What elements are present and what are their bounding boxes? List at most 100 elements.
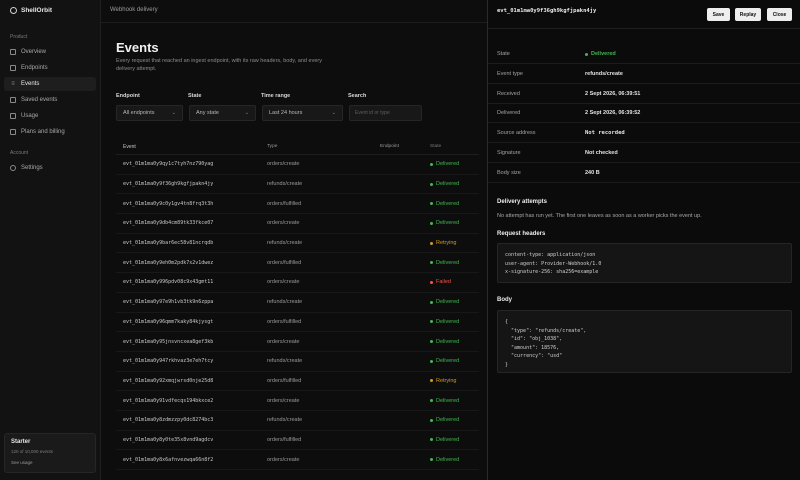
status-text: Delivered bbox=[436, 358, 460, 365]
sidebar-item-label: Endpoints bbox=[21, 65, 48, 71]
status-dot-icon bbox=[430, 280, 433, 284]
event-type: orders/fulfilled bbox=[267, 259, 302, 266]
status-badge: Delivered bbox=[430, 201, 479, 207]
sidebar-item-saved-events[interactable]: Saved events bbox=[4, 93, 96, 107]
delivery-attempts-text: No attempt has run yet. The first one le… bbox=[497, 213, 702, 219]
state-select[interactable]: Any state ⌄ bbox=[189, 105, 256, 121]
status-badge: Delivered bbox=[430, 339, 479, 345]
breadcrumb: Webhook delivery bbox=[110, 7, 158, 13]
brand[interactable]: ShellOrbit bbox=[10, 7, 52, 14]
field-value: Not checked bbox=[585, 150, 618, 156]
status-dot-icon bbox=[430, 340, 433, 344]
table-row[interactable]: evt_01m1ma0y8zdmzzpy0dc8274bc3 refunds/cr… bbox=[116, 411, 479, 431]
table-row[interactable]: evt_01m1ma0y8y0te35x8vnd9agdcv orders/ful… bbox=[116, 431, 479, 451]
col-event-header: Event bbox=[123, 143, 136, 150]
status-badge: Delivered bbox=[430, 220, 479, 226]
field-key: State bbox=[497, 51, 510, 57]
status-text: Delivered bbox=[436, 318, 460, 325]
status-text: Retrying bbox=[436, 377, 457, 384]
field-value: 240 B bbox=[585, 170, 600, 176]
event-id: evt_01m1ma0y8y0te35x8vnd9agdcv bbox=[123, 436, 214, 443]
col-state-header: State bbox=[430, 144, 442, 149]
table-row[interactable]: evt_01m1ma0y9qy1c7tyh7nz790yag orders/cre… bbox=[116, 155, 479, 175]
table-row[interactable]: evt_01m1ma0y92xmqjwrsd0nje25d8 orders/ful… bbox=[116, 372, 479, 392]
sidebar: ShellOrbit Product Overview Endpoints ≡ … bbox=[0, 0, 101, 480]
status-badge: Delivered bbox=[430, 260, 479, 266]
sidebar-item-endpoints[interactable]: Endpoints bbox=[4, 61, 96, 75]
table-body: evt_01m1ma0y9qy1c7tyh7nz790yag orders/cre… bbox=[116, 155, 479, 470]
table-row[interactable]: evt_01m1ma0y96qmm7kaky84kjysgt orders/ful… bbox=[116, 313, 479, 333]
section-account-label: Account bbox=[10, 150, 29, 156]
event-type: orders/create bbox=[267, 397, 300, 404]
event-type: orders/fulfilled bbox=[267, 377, 302, 384]
search-input[interactable]: Event id or type bbox=[349, 105, 422, 121]
event-type: refunds/create bbox=[267, 417, 303, 424]
status-text: Delivered bbox=[436, 200, 460, 207]
range-select-value: Last 24 hours bbox=[269, 110, 303, 116]
status-badge: Retrying bbox=[430, 378, 479, 384]
table-row[interactable]: evt_01m1ma0y91vdfecqs194bkxce2 orders/cre… bbox=[116, 391, 479, 411]
events-icon: ≡ bbox=[11, 81, 15, 87]
endpoint-select[interactable]: All endpoints ⌄ bbox=[116, 105, 183, 121]
event-type: refunds/create bbox=[267, 299, 303, 306]
event-id: evt_01m1ma0y96qmm7kaky84kjysgt bbox=[123, 318, 214, 325]
sidebar-item-events[interactable]: ≡ Events bbox=[4, 77, 96, 91]
request-headers-code: content-type: application/json user-agen… bbox=[497, 243, 792, 283]
orbit-logo-icon bbox=[10, 7, 17, 14]
field-value: refunds/create bbox=[585, 71, 623, 77]
field-value: 2 Sept 2026, 06:39:51 bbox=[585, 91, 640, 97]
request-headers-title: Request headers bbox=[497, 231, 546, 237]
detail-field: Body size 240 B bbox=[488, 164, 800, 183]
table-row[interactable]: evt_01m1ma0y9eh0m2pdk7x2v1dwez orders/ful… bbox=[116, 253, 479, 274]
detail-field: Event type refunds/create bbox=[488, 65, 800, 84]
close-button[interactable]: Close bbox=[767, 8, 792, 21]
header-divider bbox=[101, 22, 487, 23]
table-row[interactable]: evt_01m1ma0y947rkhvaz3e7eh7tcy refunds/cr… bbox=[116, 352, 479, 372]
event-id: evt_01m1ma0y92xmqjwrsd0nje25d8 bbox=[123, 377, 214, 384]
field-value-text: Not recorded bbox=[585, 130, 625, 137]
search-label: Search bbox=[348, 93, 367, 99]
billing-icon bbox=[10, 129, 16, 135]
status-dot-icon bbox=[430, 221, 433, 225]
replay-button[interactable]: Replay bbox=[735, 8, 761, 21]
event-type: orders/fulfilled bbox=[267, 200, 302, 207]
event-type: orders/create bbox=[267, 220, 300, 227]
event-type: orders/create bbox=[267, 338, 300, 345]
status-badge: Failed bbox=[430, 279, 479, 285]
event-id: evt_01m1ma0y8zdmzzpy0dc8274bc3 bbox=[123, 417, 214, 424]
see-usage-link[interactable]: See usage bbox=[11, 460, 89, 465]
sidebar-item-plans-billing[interactable]: Plans and billing bbox=[4, 125, 96, 139]
table-row[interactable]: evt_01m1ma0y8x6afnvezwqa66n8f2 orders/cre… bbox=[116, 450, 479, 470]
endpoint-filter-label: Endpoint bbox=[116, 93, 140, 99]
status-dot-icon bbox=[430, 438, 433, 442]
field-key: Signature bbox=[497, 150, 521, 156]
event-id: evt_01m1ma0y9bar6ec58v81ncrqdb bbox=[123, 240, 214, 247]
table-row[interactable]: evt_01m1ma0y97e9h1vb3tk9n6zppa refunds/cr… bbox=[116, 293, 479, 313]
page-title: Events bbox=[116, 40, 159, 55]
table-row[interactable]: evt_01m1ma0y996pdv08c9x43gmt11 orders/cre… bbox=[116, 273, 479, 293]
status-dot-icon bbox=[430, 359, 433, 363]
range-select[interactable]: Last 24 hours ⌄ bbox=[262, 105, 343, 121]
field-key: Source address bbox=[497, 130, 536, 137]
brand-name: ShellOrbit bbox=[21, 7, 53, 14]
sidebar-item-label: Usage bbox=[21, 113, 39, 119]
status-dot-icon bbox=[585, 52, 588, 56]
detail-field: State Delivered bbox=[488, 45, 800, 64]
sidebar-item-settings[interactable]: Settings bbox=[4, 161, 96, 175]
status-dot-icon bbox=[430, 182, 433, 186]
status-text: Delivered bbox=[436, 417, 460, 424]
status-dot-icon bbox=[430, 300, 433, 304]
event-id: evt_01m1ma0y9qy1c7tyh7nz790yag bbox=[123, 161, 214, 168]
table-row[interactable]: evt_01m1ma0y9c0y1gv4tn8frq3t3h orders/ful… bbox=[116, 194, 479, 215]
sidebar-item-overview[interactable]: Overview bbox=[4, 45, 96, 59]
table-row[interactable]: evt_01m1ma0y95jnsvncxea8gef3kb orders/cre… bbox=[116, 332, 479, 352]
table-row[interactable]: evt_01m1ma0y9db4cm89tk33fkce07 orders/cre… bbox=[116, 214, 479, 234]
table-row[interactable]: evt_01m1ma0y9bar6ec58v81ncrqdb refunds/cr… bbox=[116, 234, 479, 254]
save-button[interactable]: Save bbox=[707, 8, 730, 21]
event-type: orders/create bbox=[267, 279, 300, 286]
status-dot-icon bbox=[430, 162, 433, 166]
table-row[interactable]: evt_01m1ma0y9f36gh9kgfjpakn4jy refunds/cr… bbox=[116, 175, 479, 195]
body-code: { "type": "refunds/create", "id": "obj_1… bbox=[497, 310, 792, 373]
event-id: evt_01m1ma0y9db4cm89tk33fkce07 bbox=[123, 220, 214, 227]
sidebar-item-usage[interactable]: Usage bbox=[4, 109, 96, 123]
